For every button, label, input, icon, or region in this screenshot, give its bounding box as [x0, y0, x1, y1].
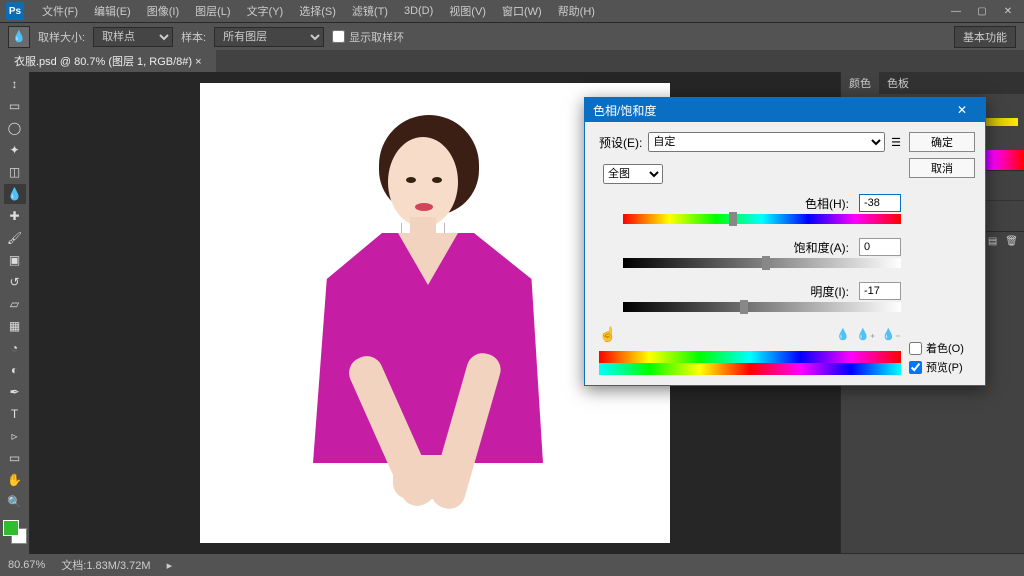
cancel-button[interactable]: 取消	[909, 158, 975, 178]
menu-bar: Ps 文件(F) 编辑(E) 图像(I) 图层(L) 文字(Y) 选择(S) 滤…	[0, 0, 1024, 22]
marquee-tool[interactable]: ▭	[4, 96, 26, 116]
menu-layer[interactable]: 图层(L)	[187, 0, 238, 22]
dialog-titlebar[interactable]: 色相/饱和度 ✕	[585, 98, 985, 122]
saturation-label: 饱和度(A):	[794, 239, 849, 256]
eyedropper-tool[interactable]: 💧	[4, 184, 26, 204]
type-tool[interactable]: T	[4, 404, 26, 424]
model-figure	[385, 115, 485, 215]
heal-tool[interactable]: ✚	[4, 206, 26, 226]
dialog-close-button[interactable]: ✕	[947, 103, 977, 117]
sample-size-label: 取样大小:	[38, 29, 85, 45]
sample-layers-label: 样本:	[181, 29, 206, 45]
lightness-label: 明度(I):	[810, 283, 849, 300]
history-brush-tool[interactable]: ↺	[4, 272, 26, 292]
preset-label: 预设(E):	[599, 134, 642, 151]
sample-size-select[interactable]: 取样点	[93, 27, 173, 47]
hue-slider[interactable]	[623, 214, 901, 224]
status-chevron-icon[interactable]: ▸	[167, 559, 173, 572]
swatches-tab[interactable]: 色板	[879, 72, 917, 94]
dialog-title: 色相/饱和度	[593, 102, 656, 119]
menu-edit[interactable]: 编辑(E)	[86, 0, 139, 22]
crop-tool[interactable]: ◫	[4, 162, 26, 182]
pen-tool[interactable]: ✒	[4, 382, 26, 402]
colorize-checkbox[interactable]: 着色(O)	[909, 340, 975, 356]
blur-tool[interactable]: ◔	[4, 338, 26, 358]
menu-image[interactable]: 图像(I)	[139, 0, 187, 22]
preset-select[interactable]: 自定	[648, 132, 885, 152]
hue-saturation-dialog: 色相/饱和度 ✕ 预设(E): 自定 ☰ 全图 色相(H): 饱和度(A): 明…	[584, 97, 986, 386]
hue-input[interactable]	[859, 194, 901, 212]
channel-select[interactable]: 全图	[603, 164, 663, 184]
menu-file[interactable]: 文件(F)	[34, 0, 86, 22]
brush-tool[interactable]: 🖌	[4, 228, 26, 248]
move-tool[interactable]: ↕	[4, 74, 26, 94]
menu-select[interactable]: 选择(S)	[291, 0, 344, 22]
maximize-button[interactable]: ▢	[970, 3, 994, 19]
eyedropper-add-icon[interactable]: 💧₊	[856, 328, 876, 341]
close-tab-icon[interactable]: ×	[195, 56, 201, 68]
menu-window[interactable]: 窗口(W)	[494, 0, 550, 22]
doc-size-display: 文档:1.83M/3.72M	[61, 557, 150, 573]
gradient-tool[interactable]: ▦	[4, 316, 26, 336]
preview-checkbox[interactable]: 预览(P)	[909, 359, 975, 375]
wand-tool[interactable]: ✦	[4, 140, 26, 160]
new-layer-icon[interactable]: ▤	[988, 236, 997, 247]
lightness-slider[interactable]	[623, 302, 901, 312]
ok-button[interactable]: 确定	[909, 132, 975, 152]
lasso-tool[interactable]: ◯	[4, 118, 26, 138]
window-controls: — ▢ ✕	[944, 3, 1024, 19]
hue-bar-after	[599, 363, 901, 375]
eyedropper-icon[interactable]: 💧	[836, 328, 850, 341]
lightness-input[interactable]	[859, 282, 901, 300]
menu-filter[interactable]: 滤镜(T)	[344, 0, 396, 22]
path-select-tool[interactable]: ▹	[4, 426, 26, 446]
document-tab-strip: 衣服.psd @ 80.7% (图层 1, RGB/8#) ×	[0, 50, 1024, 72]
preset-menu-icon[interactable]: ☰	[891, 136, 901, 149]
eyedropper-subtract-icon[interactable]: 💧₋	[881, 328, 901, 341]
eraser-tool[interactable]: ▱	[4, 294, 26, 314]
menu-view[interactable]: 视图(V)	[441, 0, 494, 22]
current-tool-icon[interactable]: 💧	[8, 26, 30, 48]
document-tab[interactable]: 衣服.psd @ 80.7% (图层 1, RGB/8#) ×	[0, 50, 216, 72]
color-pickers: 💧 💧₊ 💧₋	[836, 328, 901, 341]
app-logo: Ps	[6, 2, 24, 20]
trash-icon[interactable]: 🗑	[1005, 236, 1018, 247]
hue-bar-before	[599, 351, 901, 363]
fg-bg-swatches[interactable]	[3, 520, 27, 544]
targeted-adjust-icon[interactable]: ☝	[599, 326, 616, 343]
color-tab[interactable]: 颜色	[841, 72, 879, 94]
menu-3d[interactable]: 3D(D)	[396, 2, 441, 20]
workspace-switcher[interactable]: 基本功能	[954, 26, 1016, 48]
saturation-input[interactable]	[859, 238, 901, 256]
toolbox: ↕ ▭ ◯ ✦ ◫ 💧 ✚ 🖌 ▣ ↺ ▱ ▦ ◔ ◐ ✒ T ▹ ▭ ✋ 🔍	[0, 72, 30, 554]
zoom-display[interactable]: 80.67%	[8, 559, 45, 571]
hand-tool[interactable]: ✋	[4, 470, 26, 490]
status-bar: 80.67% 文档:1.83M/3.72M ▸	[0, 554, 1024, 576]
menu-help[interactable]: 帮助(H)	[550, 0, 603, 22]
dodge-tool[interactable]: ◐	[4, 360, 26, 380]
stamp-tool[interactable]: ▣	[4, 250, 26, 270]
saturation-slider[interactable]	[623, 258, 901, 268]
hue-label: 色相(H):	[805, 195, 849, 212]
options-bar: 💧 取样大小: 取样点 样本: 所有图层 显示取样环 基本功能	[0, 22, 1024, 50]
sample-layers-select[interactable]: 所有图层	[214, 27, 324, 47]
menu-type[interactable]: 文字(Y)	[239, 0, 292, 22]
shape-tool[interactable]: ▭	[4, 448, 26, 468]
close-button[interactable]: ✕	[996, 3, 1020, 19]
show-sample-ring-checkbox[interactable]: 显示取样环	[332, 29, 404, 45]
zoom-tool[interactable]: 🔍	[4, 492, 26, 512]
minimize-button[interactable]: —	[944, 3, 968, 19]
